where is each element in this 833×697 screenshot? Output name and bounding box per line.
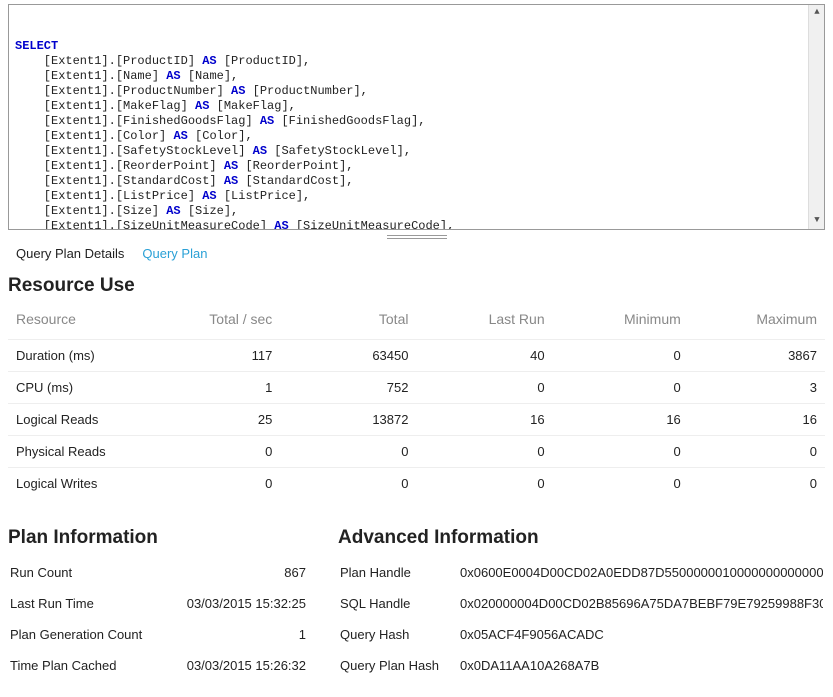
info-row: Query Plan Hash0x0DA11AA10A268A7B: [338, 650, 825, 681]
info-row: Plan Handle0x0600E0004D00CD02A0EDD87D550…: [338, 557, 825, 588]
info-value: 1: [150, 627, 306, 642]
sql-query-text[interactable]: SELECT [Extent1].[ProductID] AS [Product…: [15, 39, 818, 230]
tab-query-plan-details[interactable]: Query Plan Details: [16, 246, 124, 261]
info-label: Plan Handle: [340, 565, 460, 580]
table-cell: 752: [280, 372, 416, 404]
table-cell: 0: [144, 436, 280, 468]
info-label: Last Run Time: [10, 596, 150, 611]
info-label: Time Plan Cached: [10, 658, 150, 673]
table-row: Duration (ms)117634504003867: [8, 340, 825, 372]
table-cell: 3867: [689, 340, 825, 372]
table-cell: 0: [553, 436, 689, 468]
info-value: 0x0DA11AA10A268A7B: [460, 658, 823, 673]
table-cell: Physical Reads: [8, 436, 144, 468]
info-value: 0x0600E0004D00CD02A0EDD87D55000000100000…: [460, 565, 823, 580]
info-value: 03/03/2015 15:32:25: [150, 596, 306, 611]
column-header: Total: [280, 305, 416, 340]
info-value: 0x05ACF4F9056ACADC: [460, 627, 823, 642]
table-cell: 0: [553, 372, 689, 404]
table-row: Logical Reads2513872161616: [8, 404, 825, 436]
table-cell: 25: [144, 404, 280, 436]
sql-query-panel[interactable]: SELECT [Extent1].[ProductID] AS [Product…: [8, 4, 825, 230]
info-value: 03/03/2015 15:26:32: [150, 658, 306, 673]
advanced-info-heading: Advanced Information: [338, 527, 825, 549]
table-cell: Logical Writes: [8, 468, 144, 500]
column-header: Total / sec: [144, 305, 280, 340]
table-cell: 0: [280, 468, 416, 500]
info-label: Query Plan Hash: [340, 658, 460, 673]
table-cell: 0: [144, 468, 280, 500]
table-cell: 0: [280, 436, 416, 468]
info-row: Last Run Time03/03/2015 15:32:25: [8, 588, 308, 619]
info-row: Time Plan Cached03/03/2015 15:26:32: [8, 650, 308, 681]
sql-scrollbar[interactable]: ▲ ▼: [808, 5, 824, 229]
table-cell: 0: [416, 436, 552, 468]
table-row: CPU (ms)1752003: [8, 372, 825, 404]
resource-use-table: ResourceTotal / secTotalLast RunMinimumM…: [8, 305, 825, 499]
table-cell: 0: [416, 468, 552, 500]
table-row: Logical Writes00000: [8, 468, 825, 500]
tab-query-plan[interactable]: Query Plan: [142, 246, 207, 261]
scroll-up-icon[interactable]: ▲: [809, 5, 825, 21]
info-label: SQL Handle: [340, 596, 460, 611]
table-cell: 13872: [280, 404, 416, 436]
table-cell: Duration (ms): [8, 340, 144, 372]
info-value: 0x020000004D00CD02B85696A75DA7BEBF79E792…: [460, 596, 823, 611]
table-cell: 0: [689, 468, 825, 500]
plan-info-heading: Plan Information: [8, 527, 308, 549]
table-cell: 16: [416, 404, 552, 436]
info-label: Plan Generation Count: [10, 627, 150, 642]
info-row: Run Count867: [8, 557, 308, 588]
table-cell: 16: [553, 404, 689, 436]
info-row: SQL Handle0x020000004D00CD02B85696A75DA7…: [338, 588, 825, 619]
column-header: Minimum: [553, 305, 689, 340]
scroll-down-icon[interactable]: ▼: [809, 213, 825, 229]
info-label: Query Hash: [340, 627, 460, 642]
table-cell: 117: [144, 340, 280, 372]
table-row: Physical Reads00000: [8, 436, 825, 468]
column-header: Resource: [8, 305, 144, 340]
info-row: Plan Generation Count1: [8, 619, 308, 650]
column-header: Maximum: [689, 305, 825, 340]
table-cell: 0: [553, 340, 689, 372]
table-cell: 40: [416, 340, 552, 372]
table-cell: 3: [689, 372, 825, 404]
info-value: 867: [150, 565, 306, 580]
splitter-handle[interactable]: [387, 234, 447, 240]
resource-use-heading: Resource Use: [8, 275, 825, 297]
info-row: Query Hash0x05ACF4F9056ACADC: [338, 619, 825, 650]
table-cell: 0: [416, 372, 552, 404]
table-cell: Logical Reads: [8, 404, 144, 436]
info-label: Run Count: [10, 565, 150, 580]
column-header: Last Run: [416, 305, 552, 340]
table-cell: 0: [689, 436, 825, 468]
table-cell: 1: [144, 372, 280, 404]
table-cell: 63450: [280, 340, 416, 372]
table-cell: 0: [553, 468, 689, 500]
tab-bar: Query Plan Details Query Plan: [8, 246, 825, 261]
table-cell: 16: [689, 404, 825, 436]
table-cell: CPU (ms): [8, 372, 144, 404]
